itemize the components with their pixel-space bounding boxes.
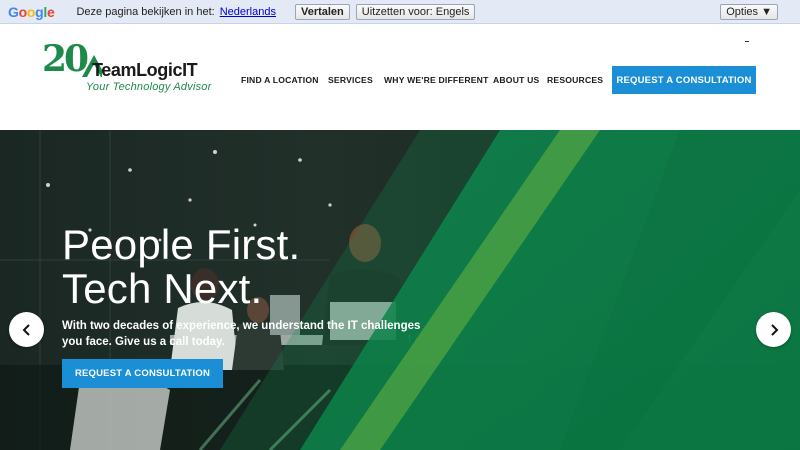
nav-resources[interactable]: RESOURCES <box>547 75 603 85</box>
translate-bar: Google Deze pagina bekijken in het: Nede… <box>0 0 800 24</box>
hero-request-consultation-button[interactable]: REQUEST A CONSULTATION <box>62 359 223 388</box>
brand-tagline: Your Technology Advisor <box>86 81 212 93</box>
nav-about-us[interactable]: ABOUT US <box>493 75 539 85</box>
nav-why-different[interactable]: WHY WE'RE DIFFERENT <box>384 75 489 85</box>
svg-text:20: 20 <box>42 38 88 80</box>
teamlogicit-logo[interactable]: 20 TeamLogicIT Your Technology Advisor <box>42 37 222 97</box>
nav-find-location[interactable]: FIND A LOCATION <box>241 75 319 85</box>
slider-next-button[interactable] <box>756 312 791 347</box>
hero-slider: People First. Tech Next. With two decade… <box>0 130 800 450</box>
brand-name: TeamLogicIT <box>92 60 198 80</box>
hero-title: People First. Tech Next. <box>62 221 301 312</box>
translate-button[interactable]: Vertalen <box>294 3 350 20</box>
options-button[interactable]: Opties ▼ <box>720 3 778 20</box>
chevron-right-icon <box>770 323 778 336</box>
translate-prompt: Deze pagina bekijken in het: <box>76 5 215 18</box>
chevron-left-icon <box>22 323 30 336</box>
language-link[interactable]: Nederlands <box>220 6 276 18</box>
divider <box>745 41 749 42</box>
slider-prev-button[interactable] <box>9 312 44 347</box>
site-header: 20 TeamLogicIT Your Technology Advisor F… <box>0 25 800 130</box>
turn-off-button[interactable]: Uitzetten voor: Engels <box>355 3 476 20</box>
hero-description: With two decades of experience, we under… <box>62 320 421 348</box>
nav-services[interactable]: SERVICES <box>328 75 373 85</box>
request-consultation-button[interactable]: REQUEST A CONSULTATION <box>612 66 756 94</box>
google-logo: Google <box>8 3 55 20</box>
